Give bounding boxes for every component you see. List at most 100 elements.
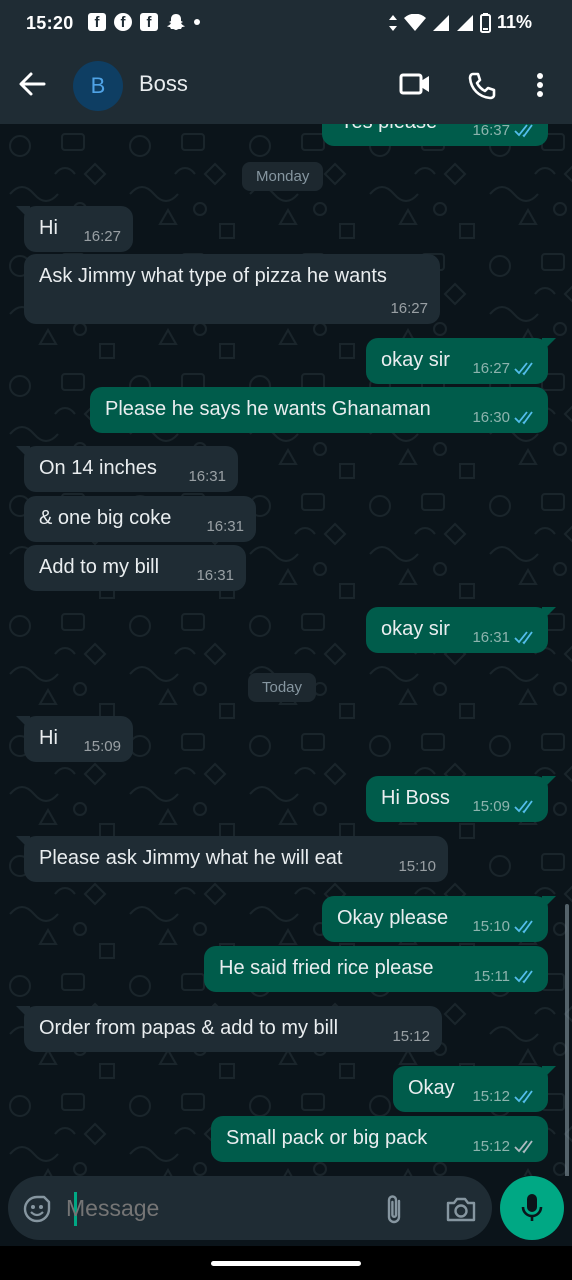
message-input[interactable] [66, 1195, 356, 1222]
camera-icon[interactable] [445, 1195, 477, 1223]
date-chip-today: Today [248, 673, 317, 702]
message-bubble-incoming[interactable]: Hi 15:09 [16, 716, 133, 762]
message-meta: 15:09 [472, 798, 536, 815]
read-ticks-icon [514, 124, 533, 137]
signal-icon [432, 14, 449, 31]
more-notifications-dot [194, 19, 200, 25]
message-bubble-outgoing[interactable]: Yes please 16:37 [322, 124, 548, 146]
message-bubble-outgoing[interactable]: Okay 15:12 [393, 1066, 556, 1112]
message-time: 16:31 [196, 567, 234, 584]
read-ticks-icon [514, 799, 533, 813]
message-text: Small pack or big pack [226, 1127, 428, 1149]
back-arrow-icon[interactable] [18, 70, 46, 98]
home-gesture-handle[interactable] [211, 1261, 361, 1266]
message-meta: 16:31 [206, 518, 244, 535]
message-bubble-outgoing[interactable]: okay sir 16:31 [366, 607, 556, 653]
message-time: 15:10 [398, 858, 436, 875]
message-bubble-outgoing[interactable]: Hi Boss 15:09 [366, 776, 556, 822]
bubble-tail [542, 776, 556, 790]
contact-name[interactable]: Boss [139, 71, 188, 97]
message-time: 16:37 [472, 124, 510, 139]
message-bubble-outgoing[interactable]: okay sir 16:27 [366, 338, 556, 384]
bubble-tail [542, 338, 556, 352]
bubble-tail [542, 607, 556, 621]
facebook-icon: f [140, 13, 158, 31]
message-text: Hi [39, 727, 58, 749]
emoji-icon[interactable] [22, 1194, 52, 1224]
attach-icon[interactable] [383, 1193, 405, 1225]
read-ticks-icon [514, 969, 533, 983]
message-meta: 16:31 [196, 567, 234, 584]
message-text: Okay please [337, 907, 449, 929]
avatar[interactable]: B [73, 61, 123, 111]
more-options-icon[interactable] [536, 72, 544, 98]
message-meta: 15:09 [83, 738, 121, 755]
notification-icons: f f f [88, 12, 200, 32]
message-bubble-incoming[interactable]: Hi 16:27 [16, 206, 133, 252]
message-text: Ask Jimmy what type of pizza he wants [39, 265, 387, 287]
message-time: 16:31 [188, 468, 226, 485]
read-ticks-icon [514, 919, 533, 933]
message-bubble-incoming[interactable]: Ask Jimmy what type of pizza he wants 16… [24, 254, 440, 324]
read-ticks-icon [514, 630, 533, 644]
message-time: 15:09 [472, 798, 510, 815]
message-text: Please he says he wants Ghanaman [105, 398, 431, 420]
mic-icon [521, 1194, 543, 1221]
data-arrows-icon [388, 14, 397, 31]
message-text: Hi Boss [381, 787, 450, 809]
message-text: On 14 inches [39, 457, 157, 479]
message-text: & one big coke [39, 507, 172, 529]
scrollbar[interactable] [565, 904, 569, 1176]
message-meta: 16:31 [472, 629, 536, 646]
bubble-tail [16, 206, 30, 220]
message-meta: 16:30 [472, 409, 536, 426]
facebook-messenger-icon: f [114, 13, 132, 31]
bubble-tail [16, 1006, 30, 1020]
signal-icon [456, 14, 473, 31]
snapchat-icon [167, 14, 185, 30]
message-bubble-incoming[interactable]: & one big coke 16:31 [24, 496, 256, 542]
chat-area[interactable]: Yes please 16:37 Monday Hi 16:27 Ask Jim… [0, 124, 572, 1176]
message-text: He said fried rice please [219, 957, 434, 979]
message-meta: 16:27 [83, 228, 121, 245]
message-text: Please ask Jimmy what he will eat [39, 847, 343, 869]
bubble-tail [542, 1066, 556, 1080]
voice-record-button[interactable] [500, 1176, 564, 1240]
video-call-icon[interactable] [399, 71, 431, 97]
message-bubble-incoming[interactable]: On 14 inches 16:31 [16, 446, 238, 492]
system-icons: 11% [388, 12, 532, 33]
message-text: okay sir [381, 349, 450, 371]
status-bar: 15:20 f f f 11% [0, 0, 572, 46]
read-ticks-icon [514, 361, 533, 375]
message-meta: 16:27 [390, 300, 428, 317]
message-meta: 16:27 [472, 360, 536, 377]
message-bubble-incoming[interactable]: Please ask Jimmy what he will eat 15:10 [16, 836, 448, 882]
message-meta: 15:11 [474, 968, 536, 985]
message-bubble-incoming[interactable]: Add to my bill 16:31 [24, 545, 246, 591]
message-bubble-outgoing[interactable]: Okay please 15:10 [322, 896, 556, 942]
message-time: 15:12 [472, 1088, 510, 1105]
message-bubble-outgoing[interactable]: He said fried rice please 15:11 [204, 946, 548, 992]
message-meta: 15:12 [392, 1028, 430, 1045]
message-composer [8, 1176, 492, 1240]
bubble-tail [16, 716, 30, 730]
date-chip-monday: Monday [242, 162, 324, 191]
bubble-tail [542, 896, 556, 910]
message-bubble-incoming[interactable]: Order from papas & add to my bill 15:12 [16, 1006, 442, 1052]
message-text: Order from papas & add to my bill [39, 1017, 339, 1039]
message-text: Hi [39, 217, 58, 239]
message-bubble-outgoing[interactable]: Please he says he wants Ghanaman 16:30 [90, 387, 548, 433]
message-time: 16:27 [472, 360, 510, 377]
message-time: 15:11 [473, 968, 510, 985]
bubble-tail [16, 836, 30, 850]
message-meta: 15:12 [472, 1088, 536, 1105]
battery-icon [479, 12, 491, 33]
message-meta: 16:31 [188, 468, 226, 485]
message-text: Yes please [340, 124, 437, 134]
read-ticks-icon [514, 1089, 533, 1103]
message-bubble-outgoing[interactable]: Small pack or big pack 15:12 [211, 1116, 548, 1162]
message-meta: 15:10 [472, 918, 536, 935]
voice-call-icon[interactable] [468, 72, 496, 100]
delivered-ticks-icon [514, 1139, 533, 1153]
message-time: 16:27 [83, 228, 121, 245]
